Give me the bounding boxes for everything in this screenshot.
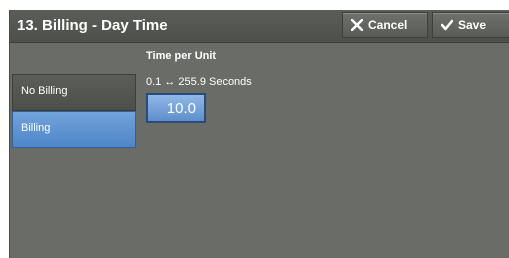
time-per-unit-input[interactable]: 10.0 — [146, 93, 206, 123]
option-billing[interactable]: Billing — [12, 111, 136, 148]
page-title: 13. Billing - Day Time — [17, 17, 168, 34]
time-per-unit-title: Time per Unit — [146, 50, 217, 62]
checkmark-icon — [441, 19, 453, 31]
save-button-label: Save — [458, 18, 487, 32]
save-button[interactable]: Save — [432, 12, 509, 38]
option-no-billing[interactable]: No Billing — [12, 74, 136, 111]
cancel-button[interactable]: Cancel — [342, 12, 428, 38]
billing-screen: 13. Billing - Day Time Cancel Save Time … — [9, 10, 509, 258]
cancel-button-label: Cancel — [368, 18, 408, 32]
header-bar: 13. Billing - Day Time Cancel Save — [10, 10, 509, 43]
range-label: 0.1 ↔ 255.9 Seconds — [146, 76, 252, 88]
close-icon — [351, 19, 363, 31]
